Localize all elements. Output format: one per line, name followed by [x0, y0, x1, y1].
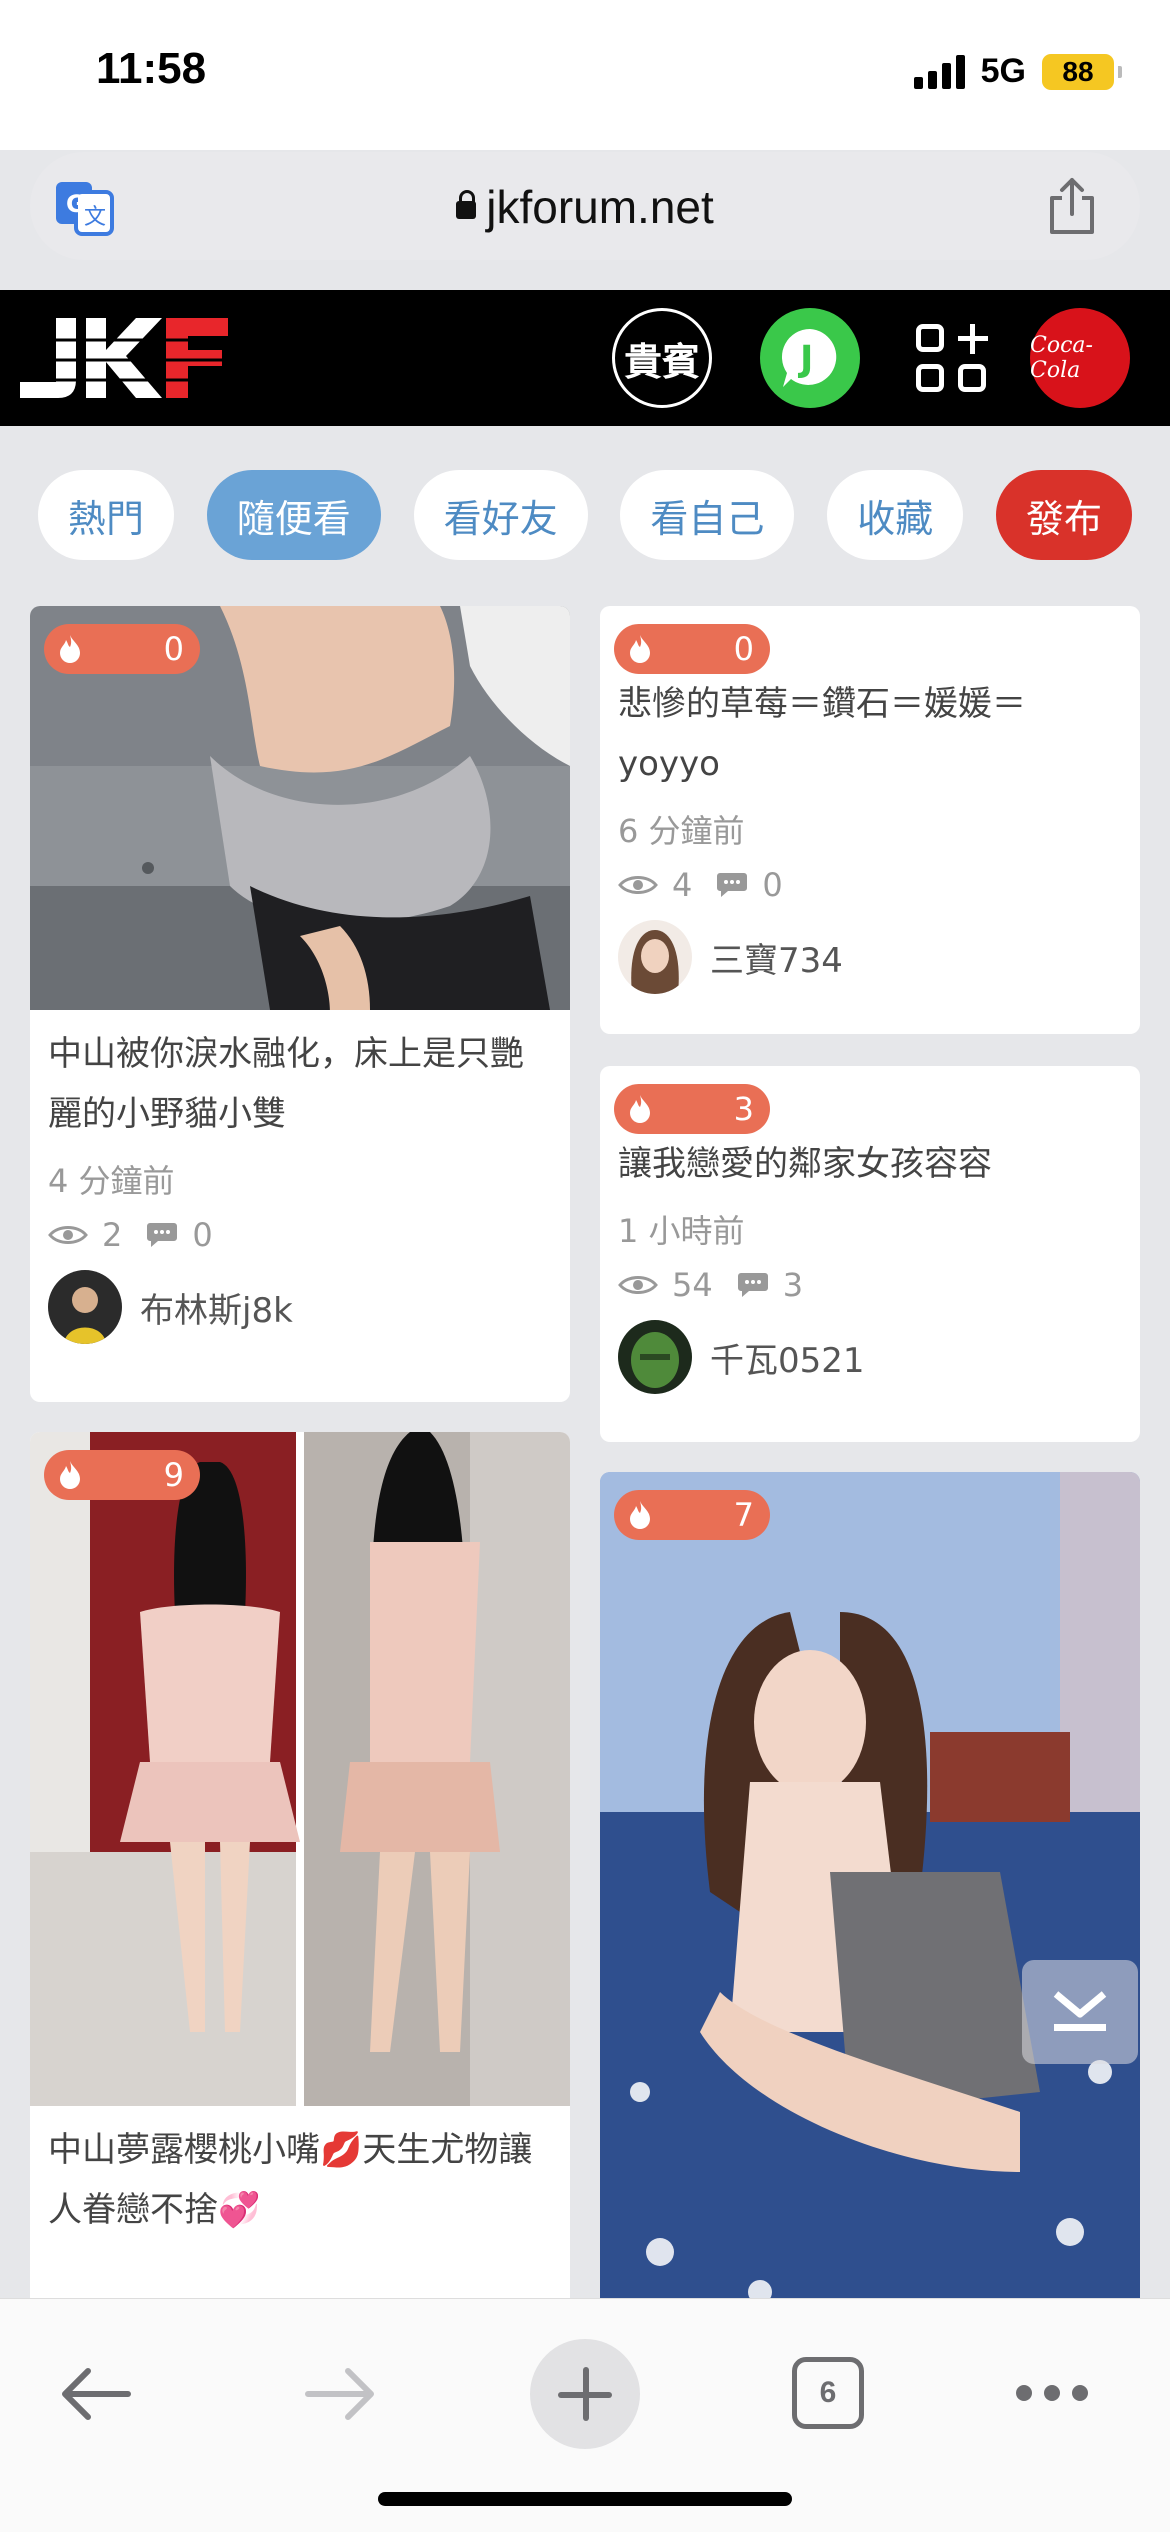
post-time: 1 小時前	[618, 1212, 745, 1250]
signal-icon	[913, 54, 965, 89]
avatar[interactable]	[618, 1320, 692, 1394]
hot-count: 0	[733, 630, 754, 668]
hot-badge: 3	[614, 1084, 770, 1134]
tab-hot[interactable]: 熱門	[38, 470, 175, 560]
post-card[interactable]: 7	[600, 1472, 1140, 2332]
hot-badge: 9	[44, 1450, 200, 1500]
tab-favorites[interactable]: 收藏	[827, 470, 964, 560]
coca-cola-logo[interactable]: Coca-Cola	[1030, 308, 1130, 408]
flame-icon	[60, 1461, 80, 1489]
post-title[interactable]: 中山夢露櫻桃小嘴💋天生尤物讓人眷戀不捨💞	[30, 2120, 570, 2240]
address-bar[interactable]: G 文 jkforum.net	[30, 152, 1140, 260]
hot-count: 3	[733, 1090, 754, 1128]
svg-text:J: J	[797, 339, 813, 380]
new-tab-button[interactable]	[530, 2339, 640, 2449]
post-title[interactable]: 中山被你淚水融化，床上是只艷麗的小野貓小雙	[30, 1024, 570, 1144]
post-card[interactable]: 3 讓我戀愛的鄰家女孩容容 1 小時前 54 3 千瓦0521	[600, 1066, 1140, 1442]
more-menu-icon[interactable]	[1016, 2385, 1088, 2401]
jline-icon[interactable]: J	[760, 308, 860, 408]
home-indicator	[378, 2492, 792, 2506]
post-time: 6 分鐘前	[618, 812, 745, 850]
chevron-down-icon	[1053, 1991, 1107, 2031]
hot-count: 0	[163, 630, 184, 668]
site-header: 貴賓 J Coca-Cola	[0, 290, 1170, 426]
author-name[interactable]: 三寶734	[710, 933, 843, 982]
hot-badge: 7	[614, 1490, 770, 1540]
vip-button[interactable]: 貴賓	[612, 308, 712, 408]
post-stats: 54 3	[600, 1266, 1140, 1304]
back-arrow-icon[interactable]	[56, 2359, 136, 2429]
status-time: 11:58	[96, 44, 207, 93]
post-author[interactable]: 布林斯j8k	[30, 1270, 570, 1344]
post-photo[interactable]: 7	[600, 1472, 1140, 2332]
author-name[interactable]: 千瓦0521	[710, 1333, 865, 1382]
post-stats: 4 0	[600, 866, 1140, 904]
lock-icon	[456, 190, 477, 219]
post-card[interactable]: 9 中山夢露櫻桃小嘴💋天生尤物讓人眷戀不捨💞	[30, 1432, 570, 2332]
chat-bubble-icon: J	[781, 329, 837, 387]
post-author[interactable]: 三寶734	[600, 920, 1140, 994]
scroll-down-button[interactable]	[1022, 1960, 1138, 2064]
comment-count: 0	[762, 866, 783, 904]
post-author[interactable]: 千瓦0521	[600, 1320, 1140, 1394]
post-card[interactable]: 0 中山被你淚水融化，床上是只艷麗的小野貓小雙 4 分鐘前 2 0 布林斯j8k	[30, 606, 570, 1402]
comment-icon	[737, 1273, 768, 1297]
feed-tabs: 熱門 隨便看 看好友 看自己 收藏 發布	[38, 470, 1132, 560]
status-indicators: 5G 88	[913, 52, 1122, 91]
post-photo[interactable]: 0	[30, 606, 570, 1010]
forward-arrow-icon[interactable]	[300, 2359, 380, 2429]
tab-mine[interactable]: 看自己	[620, 470, 795, 560]
hot-count: 7	[733, 1496, 754, 1534]
post-title[interactable]: 悲慘的草莓＝鑽石＝媛媛＝yoyyo	[600, 674, 1140, 794]
jkf-logo[interactable]	[16, 310, 230, 410]
eye-icon	[48, 1226, 88, 1244]
comment-icon	[147, 1223, 178, 1247]
network-label: 5G	[980, 52, 1026, 90]
tab-random[interactable]: 隨便看	[206, 470, 381, 560]
flame-icon	[60, 635, 80, 663]
avatar[interactable]	[48, 1270, 122, 1344]
publish-button[interactable]: 發布	[995, 470, 1132, 560]
tab-friends[interactable]: 看好友	[413, 470, 588, 560]
post-photo[interactable]: 9	[30, 1432, 570, 2106]
hot-badge: 0	[44, 624, 200, 674]
author-name[interactable]: 布林斯j8k	[140, 1283, 293, 1332]
post-title[interactable]: 讓我戀愛的鄰家女孩容容	[600, 1134, 1140, 1194]
post-card[interactable]: 0 悲慘的草莓＝鑽石＝媛媛＝yoyyo 6 分鐘前 4 0 三寶734	[600, 606, 1140, 1034]
comment-icon	[717, 873, 748, 897]
view-count: 2	[102, 1216, 123, 1254]
hot-badge: 0	[614, 624, 770, 674]
tabs-count-button[interactable]: 6	[792, 2357, 864, 2429]
eye-icon	[618, 876, 658, 894]
hot-count: 9	[163, 1456, 184, 1494]
url-text[interactable]: jkforum.net	[30, 180, 1140, 234]
apps-icon[interactable]	[900, 308, 1000, 408]
post-stats: 2 0	[30, 1216, 570, 1254]
flame-icon	[630, 635, 650, 663]
view-count: 54	[672, 1266, 713, 1304]
post-time: 4 分鐘前	[48, 1162, 175, 1200]
status-bar: 11:58 5G 88	[0, 0, 1170, 150]
flame-icon	[630, 1095, 650, 1123]
share-icon[interactable]	[1044, 176, 1100, 236]
comment-count: 3	[782, 1266, 804, 1304]
comment-count: 0	[192, 1216, 213, 1254]
eye-icon	[618, 1276, 658, 1294]
avatar[interactable]	[618, 920, 692, 994]
view-count: 4	[672, 866, 693, 904]
battery-icon: 88	[1042, 53, 1122, 90]
flame-icon	[630, 1501, 650, 1529]
